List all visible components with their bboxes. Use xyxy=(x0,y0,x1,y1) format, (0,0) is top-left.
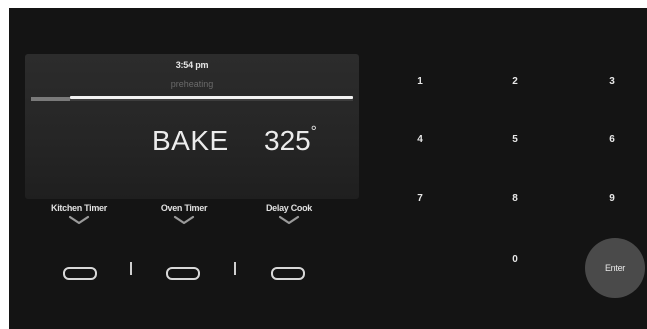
oven-timer-label: Oven Timer xyxy=(160,203,208,213)
keypad-key-6[interactable]: 6 xyxy=(592,128,632,152)
preheat-progress-remaining xyxy=(70,96,353,99)
oven-control-panel: 3:54 pm preheating BAKE 325° Kitchen Tim… xyxy=(9,8,647,329)
preheat-progress-fill xyxy=(31,97,70,101)
degree-symbol: ° xyxy=(310,123,317,140)
oven-timer-function[interactable]: Oven Timer xyxy=(129,203,239,225)
temperature-readout: 325° xyxy=(264,123,317,157)
keypad-key-5[interactable]: 5 xyxy=(495,128,535,152)
cook-mode-label: BAKE xyxy=(152,125,229,156)
button-divider xyxy=(130,262,132,275)
button-divider xyxy=(234,262,236,275)
keypad-key-4[interactable]: 4 xyxy=(400,128,440,152)
oven-timer-button[interactable] xyxy=(166,267,200,280)
kitchen-timer-function[interactable]: Kitchen Timer xyxy=(24,203,134,225)
keypad-key-2[interactable]: 2 xyxy=(495,70,535,94)
oven-display-screen: 3:54 pm preheating BAKE 325° xyxy=(25,54,359,199)
keypad-key-0[interactable]: 0 xyxy=(495,248,535,272)
chevron-down-icon xyxy=(278,215,300,225)
oven-status-text: preheating xyxy=(170,79,214,89)
clock-time: 3:54 pm xyxy=(175,60,209,70)
keypad-key-1[interactable]: 1 xyxy=(400,70,440,94)
kitchen-timer-label: Kitchen Timer xyxy=(51,203,107,213)
enter-button[interactable]: Enter xyxy=(585,238,645,298)
delay-cook-label: Delay Cook xyxy=(265,203,313,213)
delay-cook-function[interactable]: Delay Cook xyxy=(234,203,344,225)
keypad-key-7[interactable]: 7 xyxy=(400,187,440,211)
chevron-down-icon xyxy=(173,215,195,225)
keypad-key-3[interactable]: 3 xyxy=(592,70,632,94)
keypad-key-9[interactable]: 9 xyxy=(592,187,632,211)
kitchen-timer-button[interactable] xyxy=(63,267,97,280)
keypad-key-8[interactable]: 8 xyxy=(495,187,535,211)
chevron-down-icon xyxy=(68,215,90,225)
temperature-value: 325 xyxy=(264,125,311,156)
delay-cook-button[interactable] xyxy=(271,267,305,280)
